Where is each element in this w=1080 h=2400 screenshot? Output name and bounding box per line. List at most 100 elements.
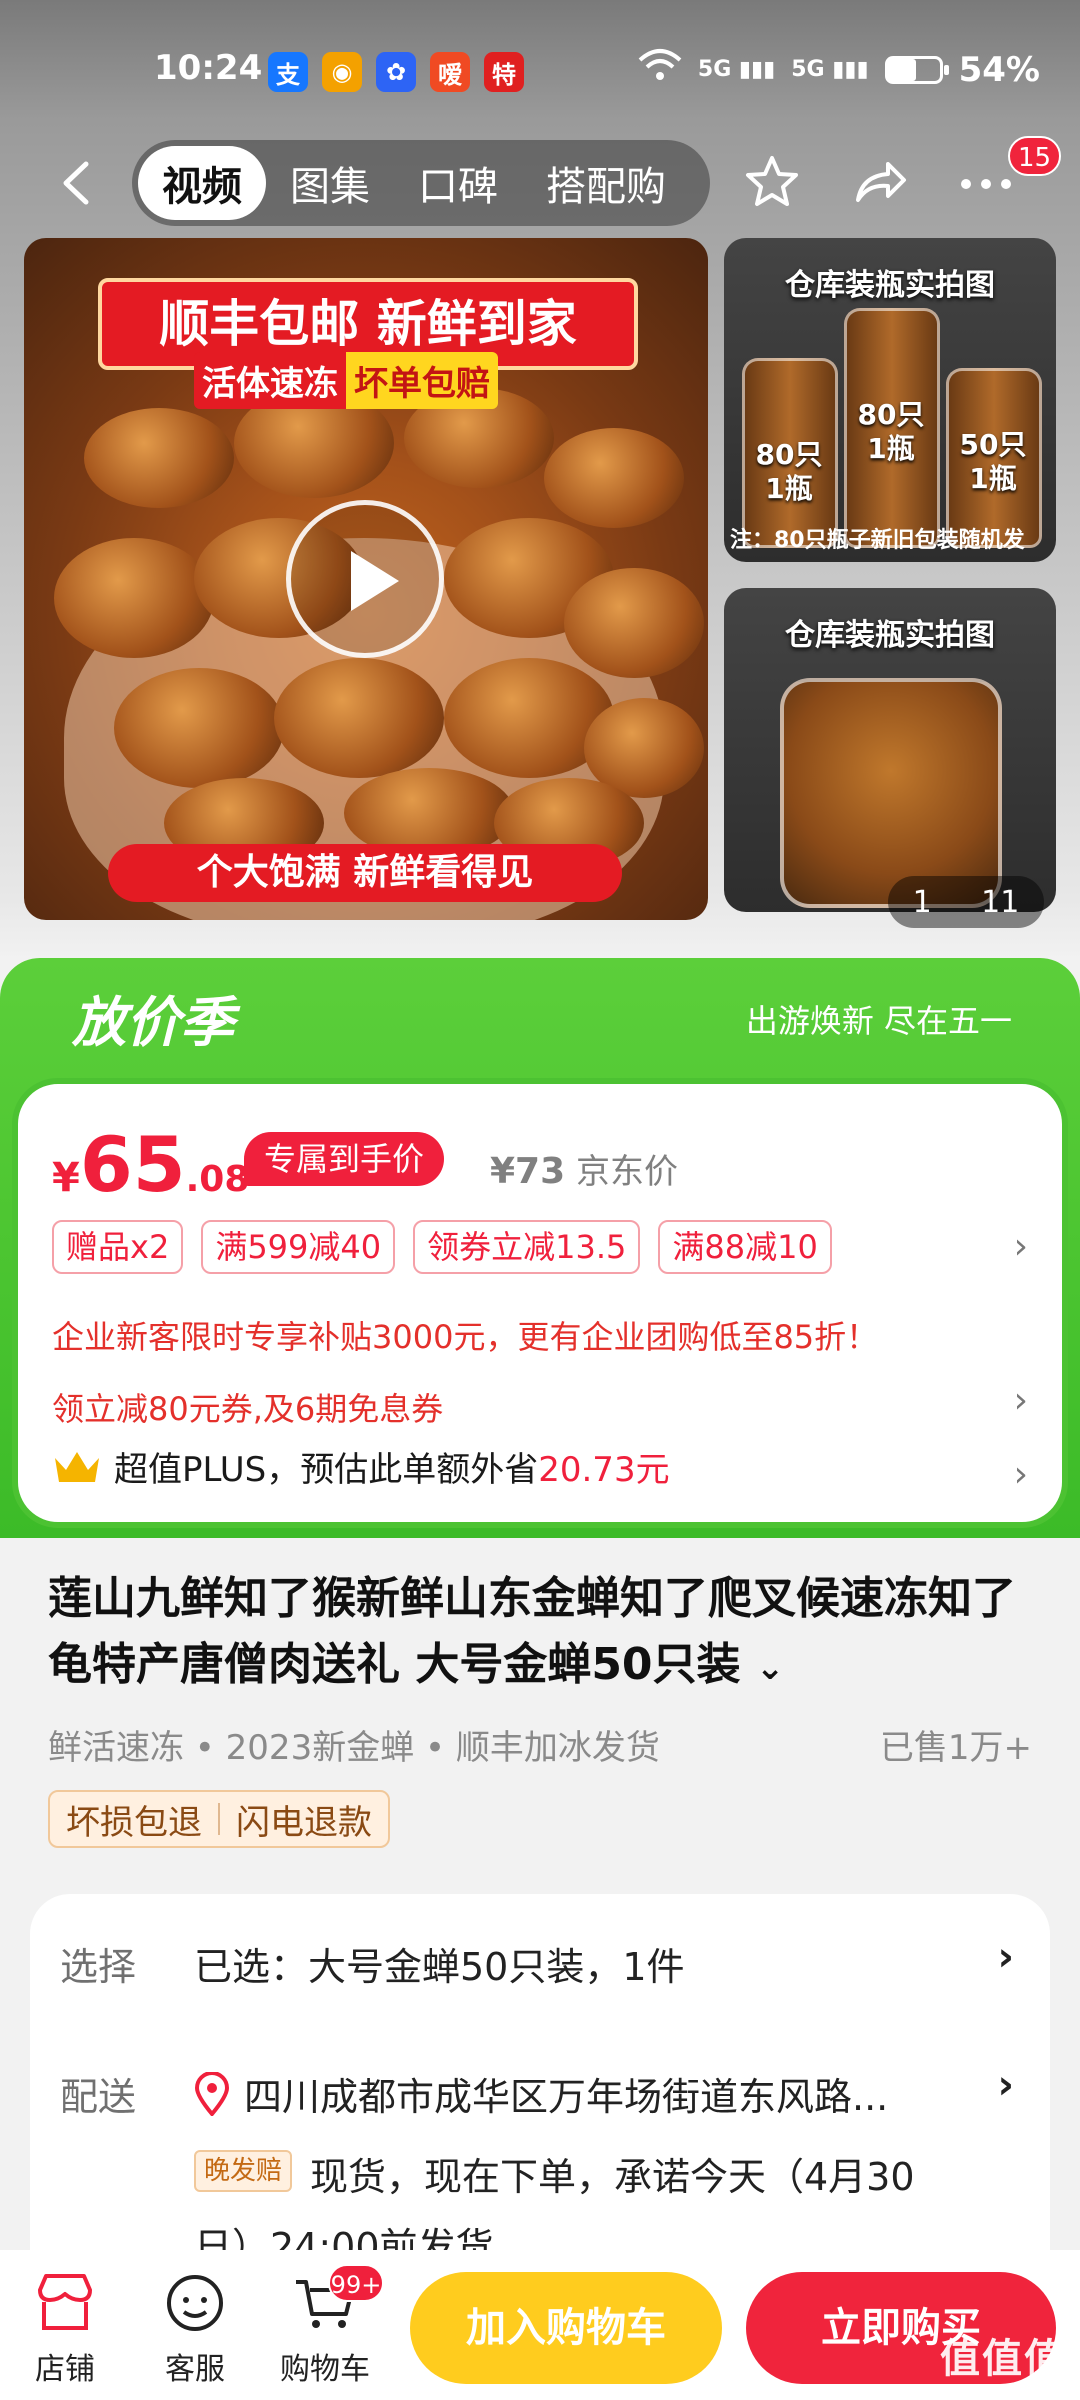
media-tabs: 视频 图集 口碑 搭配购 xyxy=(132,140,710,226)
jd-price-value: ¥73 xyxy=(490,1151,566,1192)
chevron-down-icon[interactable]: ⌄ xyxy=(756,1648,785,1688)
thumb-title: 仓库装瓶实拍图 xyxy=(785,618,995,653)
chevron-right-icon[interactable]: › xyxy=(998,1934,1014,1980)
status-time: 10:24 xyxy=(154,48,263,88)
watermark-main: 值值值 xyxy=(940,2336,1066,2382)
watermark-sub: zhizhizhi.com xyxy=(948,2384,1058,2400)
exclusive-price-tag: 专属到手价 xyxy=(244,1132,445,1186)
weibo-icon: ◉ xyxy=(322,52,362,92)
tab-1[interactable]: 图集 xyxy=(266,146,394,220)
alipay-icon: 支 xyxy=(268,52,308,92)
counter-current: 1 xyxy=(912,884,932,920)
cicada-image xyxy=(274,658,444,778)
share-icon[interactable] xyxy=(848,152,912,216)
product-meta: 鲜活速冻 • 2023新金蝉 • 顺丰加冰发货 xyxy=(48,1728,660,1768)
service-tag: 闪电退款 xyxy=(236,1802,372,1843)
signal-icon-2: 5G ▮▮▮ xyxy=(791,57,869,82)
star-icon[interactable] xyxy=(740,152,804,216)
promo-slogan: 出游焕新 尽在五一 xyxy=(745,1002,1012,1040)
price-symbol: ¥ xyxy=(52,1155,80,1201)
signal-icon-1: 5G ▮▮▮ xyxy=(697,57,776,82)
coupon-offer[interactable]: 领立减80元券,及6期免息券 xyxy=(52,1384,443,1430)
plus-saving[interactable]: 超值PLUS，预估此单额外省 20.73元 xyxy=(52,1442,670,1491)
product-title[interactable]: 莲山九鲜知了猴新鲜山东金蝉知了爬叉候速冻知了龟特产唐僧肉送礼 大号金蝉50只装 … xyxy=(48,1566,1038,1701)
app-red-icon: 嗳 xyxy=(430,52,470,92)
plus-amount: 20.73元 xyxy=(538,1450,670,1490)
cart-button[interactable]: 购物车 99+ xyxy=(270,2264,384,2388)
banner-sub-yellow: 坏单包赔 xyxy=(346,351,498,409)
product-title-text: 莲山九鲜知了猴新鲜山东金蝉知了爬叉候速冻知了龟特产唐僧肉送礼 大号金蝉50只装 xyxy=(48,1573,1016,1690)
tab-0[interactable]: 视频 xyxy=(138,146,266,220)
jd-price-label: 京东价 xyxy=(575,1152,678,1192)
cart-badge: 99+ xyxy=(328,2264,384,2302)
cicada-image xyxy=(84,408,234,508)
thumbnail-bottles[interactable]: 仓库装瓶实拍图 80只 1瓶 80只 1瓶 50只 1瓶 注：80只瓶子新旧包装随机发 xyxy=(724,238,1056,562)
banner-sub-white: 活体速冻 xyxy=(194,351,346,409)
coupon-chip[interactable]: 满599减40 xyxy=(201,1220,396,1274)
banner-bottom: 个大饱满 新鲜看得见 xyxy=(108,844,622,902)
chevron-right-icon[interactable]: › xyxy=(1014,1454,1028,1495)
select-value[interactable]: 已选：大号金蝉50只装，1件 xyxy=(194,1936,685,1991)
service-tag: 坏损包退 xyxy=(66,1802,202,1843)
app-te-icon: 特 xyxy=(484,52,524,92)
coupon-row[interactable]: 赠品x2 满599减40 领券立减13.5 满88减10 xyxy=(52,1220,832,1274)
cicada-image xyxy=(54,538,214,658)
location-icon xyxy=(194,2071,230,2118)
baidu-icon: ✿ xyxy=(376,52,416,92)
service-icon xyxy=(160,2268,230,2338)
wifi-icon xyxy=(638,48,682,91)
thumb-note: 注：80只瓶子新旧包装随机发 xyxy=(730,528,1025,553)
select-label: 选择 xyxy=(60,1945,137,1989)
service-tags[interactable]: 坏损包退 闪电退款 xyxy=(48,1790,390,1848)
price: ¥ 65 .08 xyxy=(52,1120,249,1209)
cicada-image xyxy=(544,428,684,528)
spec-delivery-card: 选择 已选：大号金蝉50只装，1件 › 配送 四川成都市成华区万年场街道东风路.… xyxy=(30,1894,1050,2294)
tab-2[interactable]: 口碑 xyxy=(394,146,522,220)
chevron-right-icon[interactable]: › xyxy=(1014,1380,1028,1421)
battery-percent: 54% xyxy=(958,49,1040,90)
enterprise-subsidy[interactable]: 企业新客限时专享补贴3000元，更有企业团购低至85折！ xyxy=(52,1312,878,1358)
chevron-right-icon[interactable]: › xyxy=(1014,1226,1028,1267)
shop-button[interactable]: 店铺 xyxy=(10,2268,120,2388)
status-right: 5G ▮▮▮ 5G ▮▮▮ 54% xyxy=(638,48,1040,91)
bottle-label: 80只 1瓶 xyxy=(755,438,823,505)
bottom-action-bar: 店铺 客服 购物车 99+ 加入购物车 立即购买 xyxy=(0,2250,1080,2400)
delivery-promise-line1: 现货，现在下单，承诺今天（4月30 xyxy=(310,2155,915,2199)
late-compensation-tag: 晚发赔 xyxy=(194,2150,293,2192)
service-label: 客服 xyxy=(165,2352,225,2387)
main-video[interactable]: 顺丰包邮 新鲜到家 活体速冻 坏单包赔 个大饱满 新鲜看得见 xyxy=(24,238,708,920)
shop-label: 店铺 xyxy=(35,2352,95,2387)
coupon-chip[interactable]: 领券立减13.5 xyxy=(413,1220,641,1274)
bottle-label: 80只 1瓶 xyxy=(857,398,925,465)
play-icon[interactable] xyxy=(286,500,444,658)
crown-icon xyxy=(52,1448,102,1486)
coupon-chip[interactable]: 赠品x2 xyxy=(52,1220,184,1274)
price-card: ¥ 65 .08 专属到手价 ¥73 京东价 赠品x2 满599减40 领券立减13… xyxy=(12,1078,1068,1528)
jar-image xyxy=(780,678,1002,908)
bottle-label: 50只 1瓶 xyxy=(959,428,1027,495)
tab-3[interactable]: 搭配购 xyxy=(522,146,690,220)
more-badge: 15 xyxy=(1008,136,1062,176)
back-icon[interactable] xyxy=(52,156,106,210)
price-decimal: .08 xyxy=(185,1159,250,1200)
price-integer: 65 xyxy=(79,1120,186,1209)
product-info: 莲山九鲜知了猴新鲜山东金蝉知了爬叉候速冻知了龟特产唐僧肉送礼 大号金蝉50只装 … xyxy=(0,1540,1080,1880)
customer-service-button[interactable]: 客服 xyxy=(140,2268,250,2388)
coupon-chip[interactable]: 满88减10 xyxy=(658,1220,832,1274)
nav-bar: 视频 图集 口碑 搭配购 xyxy=(0,138,1080,228)
watermark: 值值值 zhizhizhi.com xyxy=(940,2326,1066,2400)
add-to-cart-button[interactable]: 加入购物车 xyxy=(410,2272,722,2384)
shop-icon xyxy=(30,2268,100,2338)
thumb-title: 仓库装瓶实拍图 xyxy=(785,268,995,303)
battery-icon xyxy=(884,55,949,84)
delivery-address[interactable]: 四川成都市成华区万年场街道东风路... xyxy=(244,2066,888,2121)
delivery-label: 配送 xyxy=(60,2075,137,2119)
status-bar: 10:24 支 ◉ ✿ 嗳特 5G ▮▮▮ 5G ▮▮▮ 54% xyxy=(0,40,1080,110)
plus-text: 超值PLUS，预估此单额外省 xyxy=(114,1450,539,1490)
notification-icons: 支 ◉ ✿ 嗳特 xyxy=(268,52,524,92)
chevron-right-icon[interactable]: › xyxy=(998,2062,1014,2108)
promo-title: 放价季 xyxy=(72,991,234,1054)
cicada-image xyxy=(564,568,704,678)
thumbnail-jar[interactable]: 仓库装瓶实拍图 xyxy=(724,588,1056,912)
jd-price: ¥73 京东价 xyxy=(490,1144,678,1193)
